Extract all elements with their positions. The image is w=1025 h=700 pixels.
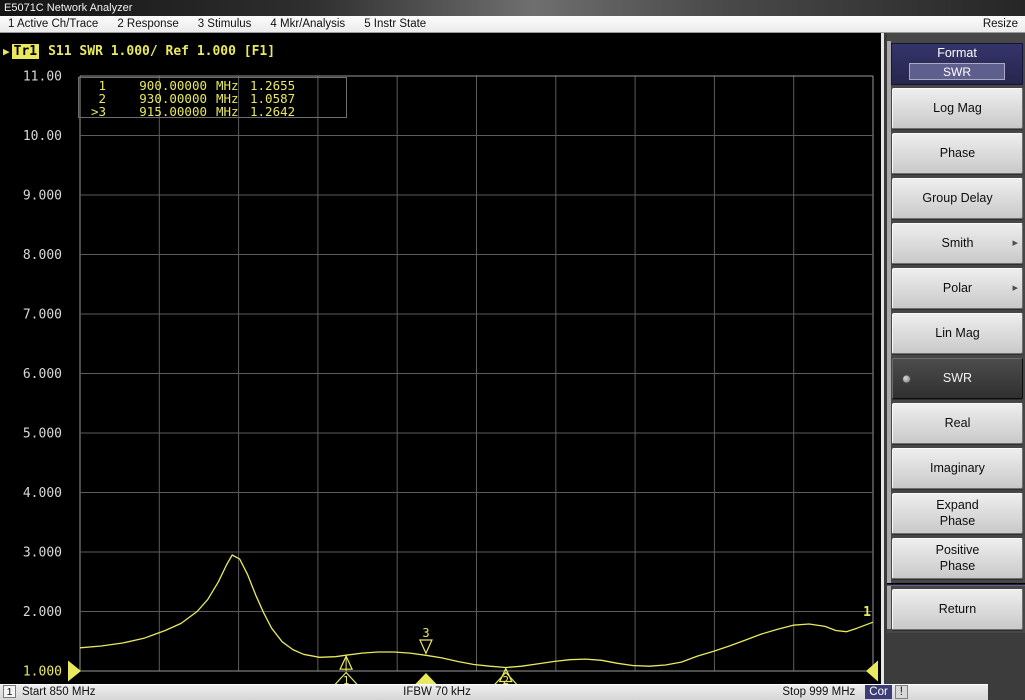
softkey-real[interactable]: Real — [892, 403, 1023, 444]
softkey-label: Lin Mag — [935, 326, 979, 342]
trace-end-number: 1 — [863, 605, 871, 620]
softkey-label: Positive Phase — [936, 543, 980, 574]
softkey-lin-mag[interactable]: Lin Mag — [892, 313, 1023, 354]
softkey-menu: Format SWR Log Mag Phase Group Delay Smith ▸… — [887, 33, 1025, 700]
trace-status-line: ▶ Tr1 S11 SWR 1.000/ Ref 1.000 [F1] — [3, 44, 275, 59]
svg-text:2: 2 — [503, 675, 509, 684]
softkey-divider — [887, 583, 1025, 586]
title-bar: E5071C Network Analyzer — [0, 0, 1025, 16]
y-axis-tick-label: 2.000 — [23, 605, 62, 620]
display-area: 11.00 10.00 9.000 8.000 7.000 6.000 5.000 4.000… — [0, 33, 884, 684]
menu-bar: 1 Active Ch/Trace 2 Response 3 Stimulus 4 M… — [0, 16, 1025, 33]
reference-level-left-icon — [68, 661, 81, 682]
menu-item-3[interactable]: 3 Stimulus — [198, 18, 252, 30]
y-axis-tick-label: 11.00 — [23, 70, 62, 85]
softkey-label: Log Mag — [933, 101, 982, 117]
submenu-arrow-icon: ▸ — [1012, 282, 1018, 296]
y-axis-tick-label: 3.000 — [23, 546, 62, 561]
menu-item-2[interactable]: 2 Response — [117, 18, 178, 30]
softkey-label: Return — [939, 602, 977, 618]
softkey-label: Smith — [942, 236, 974, 252]
softkey-imaginary[interactable]: Imaginary — [892, 448, 1023, 489]
marker-table-row: >3915.00000MHz1.2642 — [91, 104, 295, 119]
stop-frequency-label: Stop 999 MHz — [782, 684, 855, 700]
submenu-arrow-icon: ▸ — [1012, 237, 1018, 251]
y-axis-tick-label: 7.000 — [23, 308, 62, 323]
softkey-label: SWR — [943, 371, 972, 387]
softkey-positive-phase[interactable]: Positive Phase — [892, 538, 1023, 579]
menu-item-4[interactable]: 4 Mkr/Analysis — [270, 18, 345, 30]
ifbw-label: IFBW 70 kHz — [403, 684, 471, 700]
softkey-scroll-strip — [887, 41, 891, 629]
softkey-label: Phase — [940, 146, 975, 162]
softkey-phase[interactable]: Phase — [892, 133, 1023, 174]
softkey-label: Real — [945, 416, 971, 432]
y-axis-tick-label: 8.000 — [23, 248, 62, 263]
status-bar: 1 Start 850 MHz IFBW 70 kHz Stop 999 MHz… — [0, 684, 988, 700]
softkey-return[interactable]: Return — [892, 589, 1023, 630]
softkey-log-mag[interactable]: Log Mag — [892, 88, 1023, 129]
menu-items: 1 Active Ch/Trace 2 Response 3 Stimulus 4 M… — [0, 18, 426, 30]
window-title: E5071C Network Analyzer — [4, 2, 132, 14]
channel-indicator: 1 — [3, 685, 16, 698]
trace1-badge[interactable]: Tr1 — [12, 44, 39, 59]
softkey-label: Imaginary — [930, 461, 985, 477]
selected-led-icon — [902, 374, 911, 383]
marker-table: 1900.00000MHz1.26552930.00000MHz1.0587>3… — [79, 78, 347, 120]
softkey-menu-current-value: SWR — [909, 63, 1005, 80]
menu-item-1[interactable]: 1 Active Ch/Trace — [8, 18, 98, 30]
trace1-format-text: S11 SWR 1.000/ Ref 1.000 [F1] — [48, 44, 275, 59]
softkey-polar[interactable]: Polar ▸ — [892, 268, 1023, 309]
reference-level-right-icon — [866, 661, 878, 682]
softkey-menu-title: Format — [892, 44, 1022, 63]
marker-1[interactable]: 1 — [334, 656, 358, 684]
softkey-label: Polar — [943, 281, 972, 297]
y-axis-tick-label: 4.000 — [23, 486, 62, 501]
graticule: 11.00 10.00 9.000 8.000 7.000 6.000 5.000 4.000… — [23, 70, 873, 680]
resize-control[interactable]: Resize — [983, 16, 1018, 32]
status-bar-right-group: Stop 999 MHz Cor ! — [782, 684, 908, 700]
active-trace-arrow-icon: ▶ — [3, 45, 10, 58]
softkey-label: Group Delay — [922, 191, 992, 207]
app-window: E5071C Network Analyzer 1 Active Ch/Trac… — [0, 0, 1025, 700]
y-axis-tick-label: 1.000 — [23, 665, 62, 680]
correction-badge: Cor — [865, 685, 892, 699]
svg-text:3: 3 — [422, 626, 429, 640]
softkey-label: Expand Phase — [936, 498, 978, 529]
y-axis-tick-label: 6.000 — [23, 367, 62, 382]
menu-item-5[interactable]: 5 Instr State — [364, 18, 426, 30]
softkey-menu-header: Format SWR — [891, 43, 1023, 85]
softkey-group-delay[interactable]: Group Delay — [892, 178, 1023, 219]
start-frequency-label: Start 850 MHz — [22, 684, 96, 700]
plot-area: 11.00 10.00 9.000 8.000 7.000 6.000 5.000 4.000… — [0, 33, 884, 684]
y-axis-tick-label: 10.00 — [23, 129, 62, 144]
softkey-swr[interactable]: SWR — [892, 358, 1023, 399]
svg-text:1: 1 — [343, 675, 349, 684]
softkey-list: Log Mag Phase Group Delay Smith ▸ Polar ▸ Lin M… — [892, 88, 1023, 634]
y-axis-tick-label: 5.000 — [23, 427, 62, 442]
y-axis-tick-label: 9.000 — [23, 189, 62, 204]
softkey-expand-phase[interactable]: Expand Phase — [892, 493, 1023, 534]
alert-badge: ! — [895, 685, 908, 699]
softkey-smith[interactable]: Smith ▸ — [892, 223, 1023, 264]
